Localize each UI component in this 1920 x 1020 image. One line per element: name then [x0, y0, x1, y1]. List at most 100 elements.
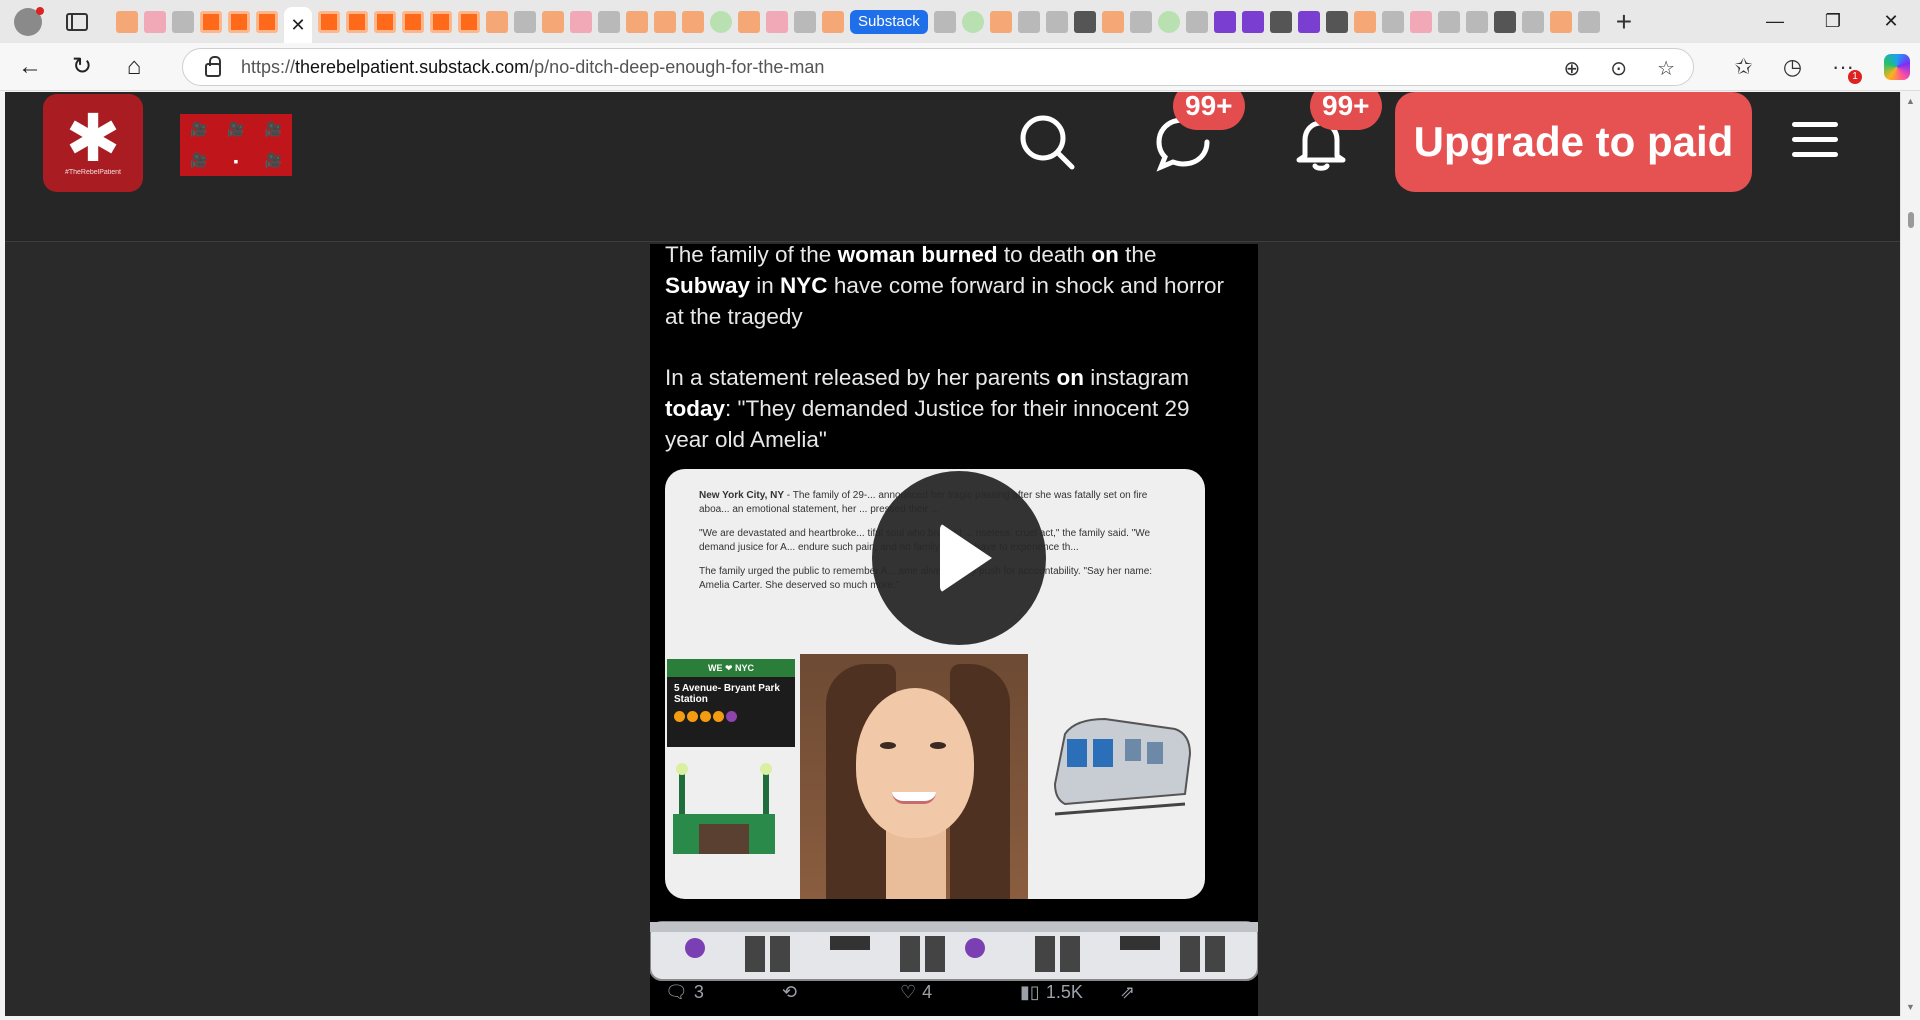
- copilot-icon[interactable]: [1884, 54, 1910, 80]
- minimize-icon[interactable]: —: [1746, 0, 1804, 43]
- tab-favicon[interactable]: [1241, 10, 1264, 33]
- tab-favicon-substack[interactable]: [228, 10, 250, 33]
- tab-favicon-substack[interactable]: [318, 10, 340, 33]
- reply-stat[interactable]: 🗨 3: [665, 982, 704, 1003]
- tab-favicon[interactable]: [766, 10, 788, 33]
- url-text[interactable]: https://therebelpatient.substack.com/p/n…: [241, 57, 824, 78]
- reading-view-icon[interactable]: ⊙: [1610, 56, 1627, 81]
- camera-icon: 🎥: [227, 121, 245, 137]
- tab-favicon-substack[interactable]: [200, 10, 222, 33]
- tab-favicon[interactable]: [172, 10, 194, 33]
- tab-favicon[interactable]: [1017, 10, 1040, 33]
- tab-favicon[interactable]: [822, 10, 844, 33]
- zoom-icon[interactable]: ⊕: [1564, 56, 1581, 81]
- tab-group-label[interactable]: Substack: [850, 9, 928, 34]
- favorites-icon[interactable]: ✩: [1734, 54, 1752, 80]
- active-tab-close-icon[interactable]: ✕: [284, 7, 312, 43]
- publication-logo[interactable]: ✱ #TheRebelPatient: [43, 94, 143, 192]
- lock-icon[interactable]: [205, 56, 221, 77]
- tab-favicon[interactable]: [570, 10, 592, 33]
- tab-favicon[interactable]: [710, 10, 732, 33]
- tab-favicon-substack[interactable]: [402, 10, 424, 33]
- tab-favicon[interactable]: [1185, 10, 1208, 33]
- tab-favicon[interactable]: [542, 10, 564, 33]
- like-count: 4: [922, 981, 933, 1002]
- tab-favicon-substack[interactable]: [346, 10, 368, 33]
- tab-favicon[interactable]: [738, 10, 760, 33]
- play-button[interactable]: [872, 471, 1046, 645]
- tab-favicon[interactable]: [1045, 10, 1068, 33]
- asterisk-icon: ✱: [65, 100, 121, 175]
- tab-list: ✕ Substack: [116, 0, 1600, 43]
- reply-icon: 🗨: [665, 981, 688, 1002]
- back-arrow-icon[interactable]: ←: [8, 47, 52, 87]
- tab-favicon[interactable]: [1521, 10, 1544, 33]
- publication-banner[interactable]: 🎥 🎥 🎥 🎥 ▪ 🎥: [180, 114, 292, 176]
- tab-favicon[interactable]: [961, 10, 984, 33]
- window-controls: — ❐ ✕: [1746, 0, 1920, 43]
- search-icon[interactable]: [1017, 112, 1077, 172]
- tab-favicon[interactable]: [1437, 10, 1460, 33]
- scroll-down-icon[interactable]: ▼: [1906, 1002, 1915, 1012]
- tab-favicon[interactable]: [1073, 10, 1096, 33]
- profile-icon[interactable]: [14, 6, 44, 36]
- like-stat[interactable]: ♡ 4: [900, 982, 932, 1003]
- tab-favicon[interactable]: [682, 10, 704, 33]
- scrollbar-thumb[interactable]: [1908, 212, 1914, 228]
- upgrade-to-paid-button[interactable]: Upgrade to paid: [1395, 92, 1752, 192]
- tab-favicon[interactable]: [514, 10, 536, 33]
- tab-favicon-substack[interactable]: [256, 10, 278, 33]
- tab-favicon[interactable]: [1353, 10, 1376, 33]
- tab-favicon[interactable]: [1549, 10, 1572, 33]
- tab-favicon[interactable]: [1157, 10, 1180, 33]
- views-stat[interactable]: ▮▯ 1.5K: [1020, 982, 1083, 1003]
- repost-icon[interactable]: ⟲: [782, 982, 797, 1003]
- hamburger-menu-icon[interactable]: [1792, 122, 1838, 158]
- tab-favicon[interactable]: [144, 10, 166, 33]
- refresh-icon[interactable]: ↻: [60, 47, 104, 87]
- star-icon[interactable]: ☆: [1657, 56, 1675, 81]
- page-scrollbar[interactable]: ▲ ▼: [1900, 92, 1920, 1016]
- logo-caption: #TheRebelPatient: [64, 168, 122, 176]
- tab-favicon[interactable]: [933, 10, 956, 33]
- tab-favicon-substack[interactable]: [458, 10, 480, 33]
- browser-tab-strip: ✕ Substack + — ❐ ✕: [0, 0, 1920, 43]
- tab-favicon[interactable]: [1297, 10, 1320, 33]
- url-scheme: https://: [241, 56, 296, 77]
- tab-favicon[interactable]: [1213, 10, 1236, 33]
- tab-favicon[interactable]: [1101, 10, 1124, 33]
- tab-favicon[interactable]: [1493, 10, 1516, 33]
- tab-favicon[interactable]: [1325, 10, 1348, 33]
- camera-icon: 🎥: [264, 121, 283, 137]
- messages-badge: 99+: [1173, 92, 1245, 130]
- tab-favicon[interactable]: [1129, 10, 1152, 33]
- tab-favicon[interactable]: [794, 10, 816, 33]
- tab-favicon-substack[interactable]: [374, 10, 396, 33]
- reply-count: 3: [693, 981, 704, 1002]
- tab-favicon[interactable]: [1465, 10, 1488, 33]
- tab-actions-icon[interactable]: [66, 12, 88, 31]
- tab-favicon[interactable]: [598, 10, 620, 33]
- history-icon[interactable]: ◷: [1783, 54, 1802, 80]
- share-icon[interactable]: ⇗: [1120, 982, 1135, 1003]
- tab-favicon[interactable]: [116, 10, 138, 33]
- tab-favicon[interactable]: [626, 10, 648, 33]
- tab-favicon[interactable]: [654, 10, 676, 33]
- tab-favicon[interactable]: [989, 10, 1012, 33]
- tab-favicon[interactable]: [1269, 10, 1292, 33]
- scroll-up-icon[interactable]: ▲: [1906, 96, 1915, 106]
- tab-favicon[interactable]: [486, 10, 508, 33]
- tab-favicon[interactable]: [1409, 10, 1432, 33]
- tab-favicon-substack[interactable]: [430, 10, 452, 33]
- close-window-icon[interactable]: ✕: [1862, 0, 1920, 43]
- portrait-image: [800, 654, 1028, 899]
- address-bar[interactable]: https://therebelpatient.substack.com/p/n…: [182, 48, 1694, 86]
- new-tab-icon[interactable]: +: [1616, 7, 1632, 36]
- settings-more-icon[interactable]: ··· 1: [1832, 54, 1862, 84]
- badge-mark-icon: ▪: [233, 152, 239, 169]
- home-icon[interactable]: ⌂: [112, 47, 156, 87]
- embedded-video-post[interactable]: The family of the woman burned to death …: [650, 244, 1258, 1016]
- restore-icon[interactable]: ❐: [1804, 0, 1862, 43]
- tab-favicon[interactable]: [1577, 10, 1600, 33]
- tab-favicon[interactable]: [1381, 10, 1404, 33]
